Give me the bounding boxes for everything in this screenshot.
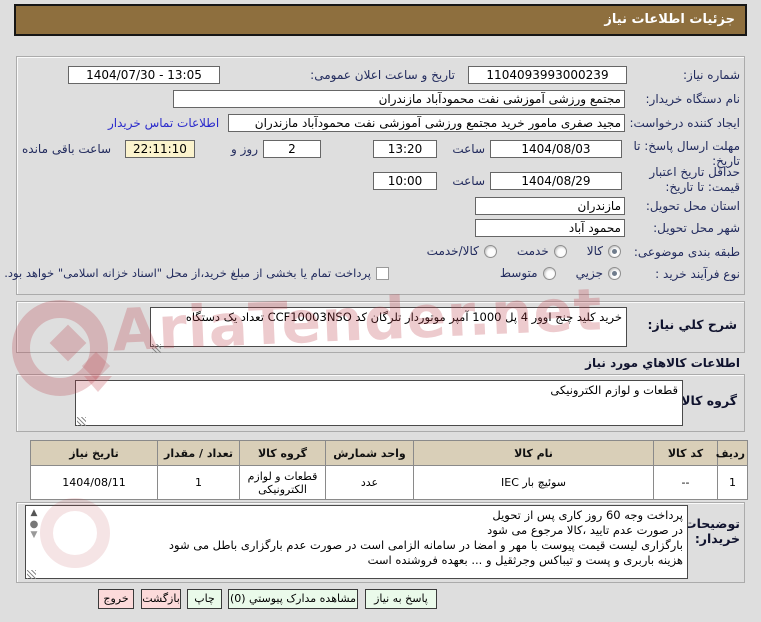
cell-item-code: -- xyxy=(653,465,718,500)
treasury-checkbox[interactable] xyxy=(376,266,389,280)
announce-datetime-input[interactable] xyxy=(68,66,220,84)
buyer-org-input[interactable] xyxy=(173,90,625,108)
resize-grip-icon[interactable] xyxy=(77,417,86,426)
city-input[interactable] xyxy=(475,219,625,237)
description-label: شرح کلي نياز: xyxy=(647,317,737,332)
cell-item-group: قطعات و لوازم الکترونیکی xyxy=(239,465,326,500)
col-item-group: گروه کالا xyxy=(239,440,326,466)
remaining-label: ساعت باقی مانده xyxy=(22,142,112,156)
price-validity-label: حداقل تاریخ اعتبار قیمت: تا تاریخ: xyxy=(649,165,740,194)
request-creator-input[interactable] xyxy=(228,114,625,132)
col-row-number: ردیف xyxy=(716,440,748,466)
cell-item-name: سوئیچ بار IEC xyxy=(413,465,654,500)
items-table-header-row: ردیف کد کالا نام کالا واحد شمارش گروه کا… xyxy=(30,440,748,466)
subject-class-label: طبقه بندی موضوعی: xyxy=(633,245,740,259)
buyer-org-label: نام دستگاه خریدار: xyxy=(645,92,741,106)
back-button[interactable]: بازگشت xyxy=(141,589,181,609)
cell-need-date: 1404/08/11 xyxy=(30,465,158,500)
process-type-options: جزيي متوسط xyxy=(500,266,621,280)
remaining-time-input[interactable] xyxy=(125,140,195,158)
need-number-label: شماره نیاز: xyxy=(683,68,740,82)
cell-quantity: 1 xyxy=(157,465,240,500)
province-label: استان محل تحویل: xyxy=(645,199,740,213)
col-item-name: نام کالا xyxy=(413,440,654,466)
days-and-label: روز و xyxy=(231,142,258,156)
page-title: جزئیات اطلاعات نیاز xyxy=(14,4,747,36)
need-details-page: جزئیات اطلاعات نیاز شماره نیاز: تاریخ و … xyxy=(0,0,761,622)
buyer-note-line: هزینه باربری و پست و تیباکس وجرثقیل و ..… xyxy=(367,553,683,567)
city-label: شهر محل تحویل: xyxy=(653,221,740,235)
goods-group-textarea[interactable]: قطعات و لوازم الکترونیکی xyxy=(75,380,683,426)
treasury-checkbox-row: پرداخت تمام یا بخشی از مبلغ خرید،از محل … xyxy=(4,266,389,280)
scroll-down-icon[interactable]: ▼ xyxy=(28,530,40,541)
remaining-days-input[interactable] xyxy=(263,140,321,158)
radio-icon[interactable] xyxy=(553,244,567,258)
col-quantity: تعداد / مقدار xyxy=(157,440,240,466)
print-button[interactable]: چاپ xyxy=(187,589,222,609)
request-creator-label: ایجاد کننده درخواست: xyxy=(629,116,740,130)
radio-icon[interactable] xyxy=(483,244,497,258)
deadline-time-input[interactable] xyxy=(373,140,437,158)
buyer-note-line: بارگزاری لیست قیمت پیوست با مهر و امضا د… xyxy=(168,538,683,552)
process-option-medium[interactable]: متوسط xyxy=(500,266,556,280)
buyer-contact-link[interactable]: اطلاعات تماس خریدار xyxy=(108,116,219,130)
treasury-checkbox-label: پرداخت تمام یا بخشی از مبلغ خرید،از محل … xyxy=(4,266,371,280)
description-textarea[interactable]: خرید کلید چنج اوور 4 پل 1000 آمپر موتورد… xyxy=(150,307,627,347)
resize-grip-icon[interactable] xyxy=(27,570,36,579)
respond-to-need-button[interactable]: پاسخ به نیاز xyxy=(365,589,437,609)
process-type-label: نوع فرآیند خرید : xyxy=(655,267,740,281)
table-row: 1 -- سوئیچ بار IEC عدد قطعات و لوازم الک… xyxy=(30,465,748,500)
deadline-hour-label: ساعت xyxy=(452,142,485,156)
subject-class-options: کالا خدمت کالا/خدمت xyxy=(427,244,621,258)
resize-grip-icon[interactable] xyxy=(152,344,161,353)
radio-selected-icon[interactable] xyxy=(608,244,621,258)
exit-button[interactable]: خروج xyxy=(98,589,134,609)
province-input[interactable] xyxy=(475,197,625,215)
goods-group-label: گروه کالا: xyxy=(676,393,737,408)
cell-unit: عدد xyxy=(325,465,414,500)
col-item-code: کد کالا xyxy=(653,440,718,466)
buyer-note-line: پرداخت وجه 60 روز کاری پس از تحویل xyxy=(492,508,683,522)
subject-option-goods[interactable]: کالا xyxy=(587,244,621,258)
process-option-minor[interactable]: جزيي xyxy=(576,266,621,280)
cell-row-number: 1 xyxy=(717,465,748,500)
scroll-thumb-icon[interactable]: ● xyxy=(28,519,40,530)
buyer-notes-textarea[interactable]: پرداخت وجه 60 روز کاری پس از تحویل در صو… xyxy=(25,505,688,579)
radio-icon[interactable] xyxy=(542,266,556,280)
goods-section-title: اطلاعات کالاهاي مورد نياز xyxy=(585,356,740,370)
validity-date-input[interactable] xyxy=(490,172,622,190)
deadline-date-input[interactable] xyxy=(490,140,622,158)
subject-option-goods-service[interactable]: کالا/خدمت xyxy=(427,244,497,258)
buyer-note-line: در صورت عدم تایید ،کالا مرجوع می شود xyxy=(487,523,683,537)
scroll-up-icon[interactable]: ▲ xyxy=(28,508,40,519)
view-attachments-button[interactable]: مشاهده مدارک پیوستي (0) xyxy=(228,589,358,609)
validity-hour-label: ساعت xyxy=(452,174,485,188)
need-number-input[interactable] xyxy=(468,66,627,84)
items-table: ردیف کد کالا نام کالا واحد شمارش گروه کا… xyxy=(30,440,748,500)
subject-option-service[interactable]: خدمت xyxy=(517,244,567,258)
announce-datetime-label: تاریخ و ساعت اعلان عمومی: xyxy=(310,68,455,82)
radio-selected-icon[interactable] xyxy=(608,266,621,280)
notes-scrollbar[interactable]: ▲ ● ▼ xyxy=(28,508,40,541)
validity-time-input[interactable] xyxy=(373,172,437,190)
col-need-date: تاریخ نیاز xyxy=(30,440,158,466)
col-unit: واحد شمارش xyxy=(325,440,414,466)
